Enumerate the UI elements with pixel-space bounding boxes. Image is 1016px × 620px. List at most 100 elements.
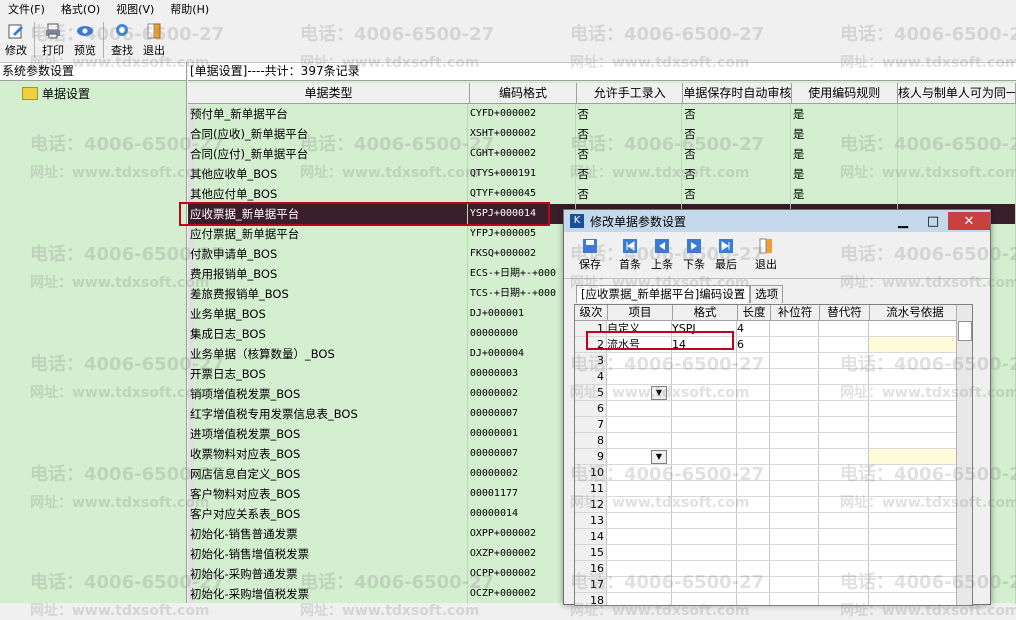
table-row[interactable]: 合同(应付)_新单据平台 CGHT+000002 否否是 (188, 144, 1016, 164)
table-cell[interactable] (869, 529, 960, 544)
list-item[interactable]: 3 (575, 353, 972, 369)
table-cell[interactable] (770, 561, 819, 576)
table-cell[interactable] (607, 529, 672, 544)
column-header-auditor-same[interactable]: 核人与制单人可为同一职 (898, 83, 1016, 103)
dialog-grid-scrollbar[interactable] (956, 305, 972, 605)
list-item[interactable]: 7 (575, 417, 972, 433)
table-cell[interactable] (770, 497, 819, 512)
list-item[interactable]: 4 (575, 369, 972, 385)
table-cell[interactable] (737, 433, 770, 448)
table-cell[interactable] (819, 337, 869, 352)
table-cell[interactable] (737, 593, 770, 605)
table-cell[interactable] (672, 529, 737, 544)
table-cell[interactable] (869, 433, 960, 448)
tab-options[interactable]: 选项 (750, 285, 784, 303)
list-item[interactable]: 16 (575, 561, 972, 577)
table-cell[interactable] (607, 401, 672, 416)
table-cell[interactable] (737, 481, 770, 496)
table-cell[interactable] (770, 513, 819, 528)
table-cell[interactable] (869, 593, 960, 605)
table-cell[interactable] (672, 417, 737, 432)
list-item[interactable]: 13 (575, 513, 972, 529)
table-cell[interactable] (869, 561, 960, 576)
table-cell[interactable] (607, 513, 672, 528)
column-header-manual-entry[interactable]: 允许手工录入 (577, 83, 684, 103)
table-cell[interactable] (819, 481, 869, 496)
find-button[interactable]: 查找 (106, 18, 138, 62)
first-record-button[interactable]: 首条 (614, 232, 646, 278)
list-item[interactable]: 17 (575, 577, 972, 593)
table-cell[interactable] (770, 353, 819, 368)
table-cell[interactable] (607, 465, 672, 480)
menu-file[interactable]: 文件(F) (0, 1, 53, 17)
table-cell[interactable] (770, 417, 819, 432)
table-cell[interactable] (607, 593, 672, 605)
list-item[interactable]: 5 ▼ (575, 385, 972, 401)
table-cell[interactable] (819, 593, 869, 605)
last-record-button[interactable]: 最后 (710, 232, 742, 278)
maximize-button[interactable]: □ (918, 212, 948, 230)
table-cell[interactable] (819, 545, 869, 560)
table-cell[interactable] (672, 465, 737, 480)
table-cell[interactable] (770, 481, 819, 496)
table-cell[interactable] (819, 465, 869, 480)
table-cell[interactable] (770, 449, 819, 464)
table-cell[interactable] (737, 449, 770, 464)
table-cell[interactable] (672, 385, 737, 400)
table-cell[interactable] (770, 577, 819, 592)
table-cell[interactable] (819, 561, 869, 576)
table-cell[interactable] (607, 433, 672, 448)
table-cell[interactable] (737, 417, 770, 432)
print-button[interactable]: 打印 (37, 18, 69, 62)
list-item[interactable]: 12 (575, 497, 972, 513)
table-cell[interactable] (819, 529, 869, 544)
menu-view[interactable]: 视图(V) (108, 1, 162, 17)
table-cell[interactable] (737, 401, 770, 416)
table-row[interactable]: 合同(应收)_新单据平台 XSHT+000002 否否是 (188, 124, 1016, 144)
table-cell[interactable] (672, 449, 737, 464)
table-cell[interactable] (672, 577, 737, 592)
menu-format[interactable]: 格式(O) (53, 1, 108, 17)
close-button[interactable]: ✕ (948, 212, 990, 230)
table-cell[interactable] (737, 577, 770, 592)
table-cell[interactable] (607, 353, 672, 368)
table-cell[interactable] (869, 545, 960, 560)
table-cell[interactable] (819, 385, 869, 400)
table-cell[interactable] (607, 561, 672, 576)
table-cell[interactable] (607, 417, 672, 432)
table-cell[interactable]: 4 (737, 321, 770, 336)
column-header-coding-rule[interactable]: 使用编码规则 (792, 83, 898, 103)
table-cell[interactable] (672, 545, 737, 560)
list-item[interactable]: 14 (575, 529, 972, 545)
table-cell[interactable]: ▼ (607, 449, 672, 464)
table-cell[interactable] (672, 497, 737, 512)
table-cell[interactable] (672, 353, 737, 368)
list-item[interactable]: 15 (575, 545, 972, 561)
table-cell[interactable] (869, 497, 960, 512)
save-button[interactable]: 保存 (574, 232, 606, 278)
dropdown-arrow-icon[interactable]: ▼ (651, 450, 667, 464)
table-cell[interactable] (819, 433, 869, 448)
table-cell[interactable] (607, 545, 672, 560)
table-cell[interactable] (869, 465, 960, 480)
previous-record-button[interactable]: 上条 (646, 232, 678, 278)
dropdown-arrow-icon[interactable]: ▼ (651, 386, 667, 400)
table-cell[interactable] (869, 513, 960, 528)
table-cell[interactable] (737, 385, 770, 400)
table-cell[interactable] (819, 369, 869, 384)
table-cell[interactable] (770, 433, 819, 448)
table-cell[interactable] (672, 481, 737, 496)
table-cell[interactable] (672, 369, 737, 384)
table-row[interactable]: 其他应收单_BOS QTYS+000191 否否是 (188, 164, 1016, 184)
table-cell[interactable] (770, 529, 819, 544)
table-cell[interactable] (737, 465, 770, 480)
list-item[interactable]: 8 (575, 433, 972, 449)
table-cell[interactable] (737, 497, 770, 512)
table-cell[interactable]: 6 (737, 337, 770, 352)
list-item[interactable]: 6 (575, 401, 972, 417)
table-cell[interactable] (869, 481, 960, 496)
table-cell[interactable] (737, 561, 770, 576)
table-cell[interactable] (770, 545, 819, 560)
table-cell[interactable] (819, 449, 869, 464)
list-item[interactable]: 10 (575, 465, 972, 481)
